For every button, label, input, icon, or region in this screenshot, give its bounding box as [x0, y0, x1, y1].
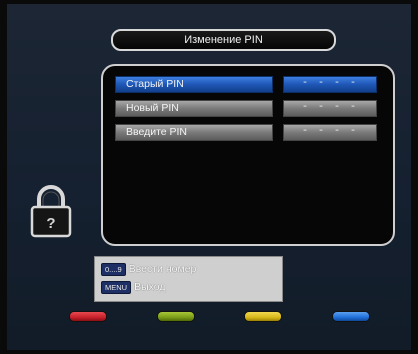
yellow-button[interactable] [244, 311, 282, 322]
padlock-icon: ? [30, 185, 72, 238]
digits-key-badge: 0....9 [101, 262, 126, 276]
blue-button[interactable] [332, 311, 370, 322]
new-pin-label: Новый PIN [115, 100, 273, 117]
tv-screen: Изменение PIN Старый PIN - - - - Новый P… [7, 4, 411, 350]
old-pin-label: Старый PIN [115, 76, 273, 93]
green-button[interactable] [157, 311, 195, 322]
new-pin-row[interactable]: Новый PIN - - - - [115, 100, 377, 117]
old-pin-row[interactable]: Старый PIN - - - - [115, 76, 377, 93]
confirm-pin-field[interactable]: - - - - [283, 124, 377, 141]
help-box: 0....9 Ввести номер MENU Выход [94, 256, 283, 302]
red-button[interactable] [69, 311, 107, 322]
old-pin-field[interactable]: - - - - [283, 76, 377, 93]
confirm-pin-label: Введите PIN [115, 124, 273, 141]
page-title: Изменение PIN [111, 29, 336, 51]
enter-number-hint: Ввести номер [128, 263, 197, 276]
help-line-exit: MENU Выход [101, 279, 166, 295]
pin-panel: Старый PIN - - - - Новый PIN - - - - Вве… [101, 64, 395, 246]
new-pin-field[interactable]: - - - - [283, 100, 377, 117]
menu-key-badge: MENU [101, 280, 132, 294]
svg-text:?: ? [46, 215, 55, 232]
exit-hint: Выход [134, 281, 166, 294]
confirm-pin-row[interactable]: Введите PIN - - - - [115, 124, 377, 141]
help-line-enter-number: 0....9 Ввести номер [101, 261, 196, 277]
